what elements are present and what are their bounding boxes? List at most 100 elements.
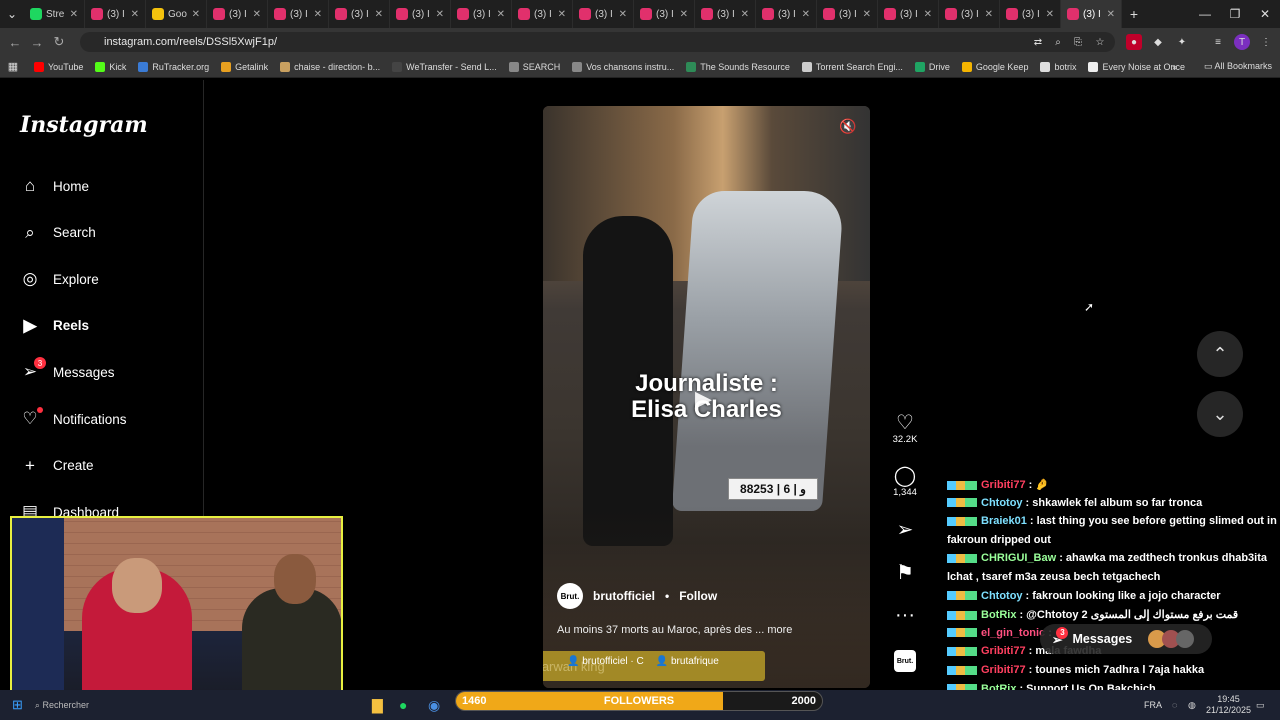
address-bar[interactable]: instagram.com/reels/DSSl5XwjF1p/ <box>80 32 1115 52</box>
instagram-logo[interactable]: Instagram <box>20 112 148 138</box>
chrome-icon[interactable]: ◉ <box>428 697 440 714</box>
tab-close-icon[interactable]: ✕ <box>619 9 627 20</box>
browser-tab[interactable]: (3) I ✕ <box>85 0 146 28</box>
tab-search-menu-icon[interactable]: ≡ <box>1210 34 1226 50</box>
save-button[interactable]: ⚑ <box>890 562 920 584</box>
tab-close-icon[interactable]: ✕ <box>192 9 200 20</box>
tag-user-2[interactable]: 👤 brutafrique <box>656 656 719 667</box>
tab-close-icon[interactable]: ✕ <box>924 9 932 20</box>
tab-close-icon[interactable]: ✕ <box>375 9 383 20</box>
browser-tab[interactable]: (3) I ✕ <box>878 0 939 28</box>
tab-close-icon[interactable]: ✕ <box>70 9 78 20</box>
bookmark-item[interactable]: Getalink <box>221 61 268 72</box>
browser-tab[interactable]: (3) I ✕ <box>390 0 451 28</box>
clock[interactable]: 19:45 21/12/2025 <box>1206 694 1251 716</box>
browser-tab[interactable]: (3) I ✕ <box>756 0 817 28</box>
bookmark-star-icon[interactable]: ☆ <box>1092 34 1108 50</box>
browser-tab[interactable]: (3) I ✕ <box>512 0 573 28</box>
tab-close-icon[interactable]: ✕ <box>863 9 871 20</box>
play-icon[interactable]: ▶ <box>695 386 712 412</box>
forward-icon[interactable]: → <box>26 35 48 50</box>
wifi-icon[interactable]: ◌ <box>1172 700 1177 710</box>
tab-close-icon[interactable]: ✕ <box>1107 9 1115 20</box>
tab-close-icon[interactable]: ✕ <box>741 9 749 20</box>
nav-explore[interactable]: ◎ Explore <box>20 269 99 289</box>
bookmark-item[interactable]: RuTracker.org <box>138 61 209 72</box>
file-explorer-icon[interactable]: ▇ <box>372 697 383 714</box>
apps-grid-icon[interactable]: ▦ <box>0 60 26 73</box>
browser-tab[interactable]: (3) I ✕ <box>573 0 634 28</box>
tab-close-icon[interactable]: ✕ <box>436 9 444 20</box>
mute-icon[interactable]: 🔇 <box>839 118 856 135</box>
bookmark-item[interactable]: botrix <box>1040 61 1076 72</box>
nav-search[interactable]: ⌕ Search <box>20 223 96 243</box>
bookmark-item[interactable]: Google Keep <box>961 61 1028 72</box>
author-name[interactable]: brutofficiel <box>593 589 655 603</box>
bookmark-item[interactable]: WeTransfer - Send L... <box>392 61 497 72</box>
tab-close-icon[interactable]: ✕ <box>131 9 139 20</box>
all-bookmarks[interactable]: ▭ All Bookmarks <box>1204 61 1272 72</box>
bookmark-item[interactable]: The Sounds Resource <box>686 61 790 72</box>
browser-tab[interactable]: (3) I ✕ <box>1000 0 1061 28</box>
browser-tab[interactable]: Goo ✕ <box>146 0 207 28</box>
new-tab-button[interactable]: + <box>1122 6 1146 22</box>
follow-button[interactable]: Follow <box>679 589 717 603</box>
tab-close-icon[interactable]: ✕ <box>985 9 993 20</box>
browser-tab[interactable]: (3) I ✕ <box>634 0 695 28</box>
reload-icon[interactable]: ↻ <box>48 34 70 50</box>
bookmark-item[interactable]: Drive <box>914 61 950 72</box>
comment-button[interactable]: ◯ 1,344 <box>890 465 920 498</box>
taskbar-search[interactable]: ⌕ Rechercher <box>35 700 89 711</box>
audio-brand-thumb[interactable]: Brut. <box>894 650 916 672</box>
extension-icon[interactable]: ◆ <box>1150 34 1166 50</box>
nav-home[interactable]: ⌂ Home <box>20 176 89 196</box>
share-button[interactable]: ➢ <box>890 519 920 541</box>
more-options-button[interactable]: ··· <box>890 604 920 626</box>
browser-tab[interactable]: (3) I ✕ <box>817 0 878 28</box>
bookmark-item[interactable]: Every Noise at Once <box>1088 61 1185 72</box>
bookmark-item[interactable]: Vos chansons instru... <box>572 61 674 72</box>
browser-tab[interactable]: (3) I ✕ <box>268 0 329 28</box>
zoom-icon[interactable]: ⌕ <box>1050 34 1066 50</box>
nav-reels[interactable]: ▶ Reels <box>20 316 89 336</box>
next-reel-button[interactable]: ⌄ <box>1197 391 1243 437</box>
browser-tab[interactable]: (3) I ✕ <box>1061 0 1122 28</box>
tab-search-icon[interactable]: ⌄ <box>0 0 24 28</box>
browser-tab[interactable]: (3) I ✕ <box>329 0 390 28</box>
reel-video[interactable]: 88253 | و | 6 🔇 Journaliste : Elisa Char… <box>543 106 870 688</box>
tab-close-icon[interactable]: ✕ <box>497 9 505 20</box>
minimize-icon[interactable]: — <box>1190 0 1220 28</box>
like-button[interactable]: ♡ 32.2K <box>890 412 920 445</box>
tab-close-icon[interactable]: ✕ <box>314 9 322 20</box>
bookmark-item[interactable]: Torrent Search Engi... <box>801 61 903 72</box>
tab-close-icon[interactable]: ✕ <box>802 9 810 20</box>
bookmark-item[interactable]: Kick <box>95 61 126 72</box>
browser-tab[interactable]: (3) I ✕ <box>451 0 512 28</box>
translate-icon[interactable]: ⇄ <box>1030 34 1046 50</box>
taskbar-lang[interactable]: FRA <box>1144 700 1162 710</box>
nav-create[interactable]: + Create <box>20 456 94 476</box>
back-icon[interactable]: ← <box>4 35 26 50</box>
browser-tab[interactable]: (3) I ✕ <box>695 0 756 28</box>
author-avatar[interactable]: Brut. <box>557 583 583 609</box>
tab-close-icon[interactable]: ✕ <box>253 9 261 20</box>
menu-kebab-icon[interactable]: ⋮ <box>1258 34 1274 50</box>
notification-center-icon[interactable]: ▭ <box>1256 700 1265 711</box>
bookmark-item[interactable]: YouTube <box>34 61 83 72</box>
browser-tab[interactable]: (3) I ✕ <box>207 0 268 28</box>
previous-reel-button[interactable]: ⌃ <box>1197 331 1243 377</box>
volume-icon[interactable]: ◍ <box>1188 700 1196 711</box>
bookmark-item[interactable]: chaise - direction- b... <box>280 61 380 72</box>
windows-start-icon[interactable]: ⊞ <box>12 697 23 713</box>
browser-tab[interactable]: (3) I ✕ <box>939 0 1000 28</box>
tag-user-1[interactable]: 👤 brutofficiel · C <box>567 656 644 667</box>
spotify-icon[interactable]: ● <box>399 697 407 713</box>
more-bookmarks-icon[interactable]: » <box>1172 62 1177 72</box>
extensions-puzzle-icon[interactable]: ✦ <box>1174 34 1190 50</box>
bookmark-item[interactable]: SEARCH <box>508 61 560 72</box>
tab-close-icon[interactable]: ✕ <box>558 9 566 20</box>
install-icon[interactable]: ⎘ <box>1070 34 1086 50</box>
profile-avatar[interactable]: T <box>1234 34 1250 50</box>
adblock-icon[interactable]: ● <box>1126 34 1142 50</box>
messages-popup[interactable]: ➢ 3 Messages <box>1040 624 1212 654</box>
